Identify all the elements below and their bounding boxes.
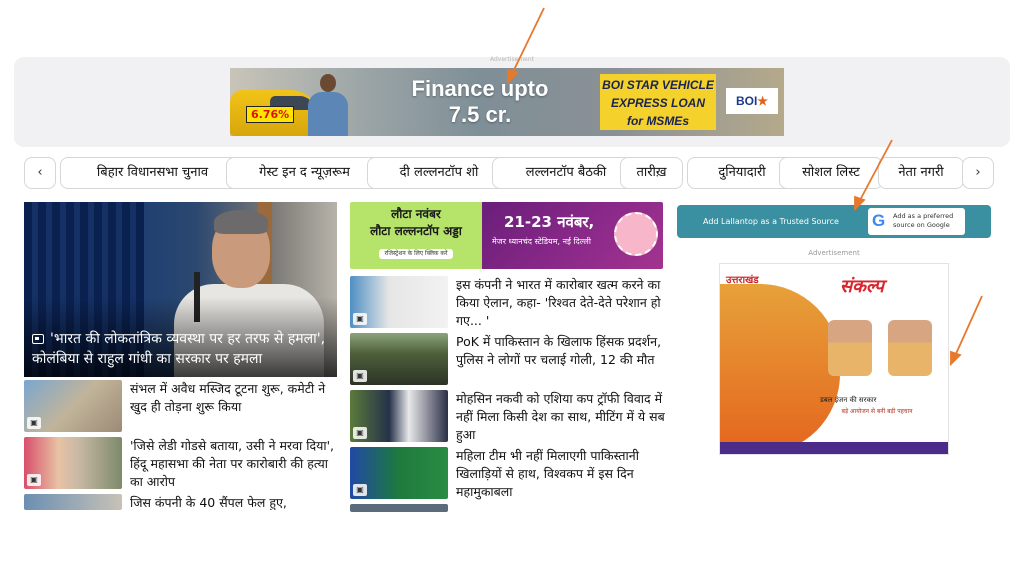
story-headline[interactable]: PoK में पाकिस्तान के खिलाफ हिंसक प्रदर्श… [456,333,666,369]
banner-offer-box: BOI STAR VEHICLE EXPRESS LOAN for MSMEs [600,74,716,130]
nav-item-guest-in-newsroom[interactable]: गेस्ट इन द न्यूज़रूम [226,157,383,189]
left-story-item[interactable]: ▣ 'जिसे लेडी गोडसे बताया, उसी ने मरवा दि… [24,437,337,489]
middle-story-item[interactable]: ▣ इस कंपनी ने भारत में कारोबार खत्म करने… [350,276,663,328]
banner-box-line2: EXPRESS LOAN [610,96,706,110]
promo-left-panel: लौटा नवंबर लौटा लल्लनटॉप अड्डा रजिस्ट्रे… [350,202,482,269]
star-icon: ★ [757,94,769,108]
category-nav: ‹ बिहार विधानसभा चुनाव गेस्ट इन द न्यूज़… [24,157,996,190]
gallery-icon: ▣ [353,484,367,496]
boi-banner-ad[interactable]: 6.76% Finance upto 7.5 cr. BOI STAR VEHI… [230,68,784,136]
hero-person-hair [214,210,268,234]
banner-rate: 6.76% [246,106,295,123]
story-headline[interactable]: संभल में अवैध मस्जिद टूटना शुरू, कमेटी न… [130,380,340,416]
story-thumbnail[interactable]: ▣ [350,447,448,499]
google-button-text: Add as a preferred source on Google [893,212,954,229]
promo-line1: लौटा नवंबर [391,207,441,221]
annotation-arrow-side-ad [954,295,983,357]
ad-footer-strip [720,442,948,454]
chevron-left-icon: ‹ [37,165,43,180]
nav-item-lallantop-show[interactable]: दी लल्लनटॉप शो [367,157,511,189]
story-thumbnail[interactable]: ▣ [24,437,122,489]
google-preferred-source-button[interactable]: G Add as a preferred source on Google [868,208,965,235]
promo-venue: मेजर ध्यानचंद स्टेडियम, नई दिल्ली [492,237,591,246]
person-body [308,92,348,136]
nav-item-tareekh[interactable]: तारीख़ [620,157,683,189]
nav-next-button[interactable]: › [962,157,994,189]
ad-line1: डबल इंजन की सरकार [820,396,877,404]
nav-item-lallantop-baithaki[interactable]: लल्लनटॉप बैठकी [492,157,640,189]
promo-register-button[interactable]: रजिस्ट्रेशन के लिए क्लिक करें [378,249,454,259]
ad-line2: बड़े आयोजन से बनी बड़ी पहचान [841,408,913,415]
left-story-item[interactable]: जिस कंपनी के 40 सैंपल फेल हुए, [24,494,337,510]
promo-date: 21-23 नवंबर, [504,213,595,231]
boi-logo: BOI★ [726,88,778,114]
gallery-icon [32,334,44,344]
ad-title-right: संकल्प [840,276,884,297]
ad-title-left: उत्तराखंड [726,275,759,286]
banner-headline: Finance upto 7.5 cr. [380,76,580,128]
gallery-icon: ▣ [27,474,41,486]
google-icon: G [872,211,886,230]
banner-box-line3: for MSMEs [626,114,689,128]
middle-story-item[interactable] [350,504,663,512]
hero-story[interactable]: 'भारत की लोकतांत्रिक व्यवस्था पर हर तरफ … [24,202,337,377]
banner-headline-line2: 7.5 cr. [448,102,512,127]
story-thumbnail[interactable] [350,504,448,512]
middle-story-item[interactable]: ▣ महिला टीम भी नहीं मिलाएगी पाकिस्तानी ख… [350,447,663,499]
banner-headline-line1: Finance upto [411,76,549,101]
story-thumbnail[interactable] [24,494,122,510]
story-headline[interactable]: जिस कंपनी के 40 सैंपल फेल हुए, [130,494,337,510]
nav-item-social-list[interactable]: सोशल लिस्ट [779,157,883,189]
gallery-icon: ▣ [353,427,367,439]
uttarakhand-side-ad[interactable]: उत्तराखंड संकल्प डबल इंजन की सरकार बड़े … [719,263,949,455]
left-story-item[interactable]: ▣ संभल में अवैध मस्जिद टूटना शुरू, कमेटी… [24,380,337,432]
hero-caption-text: 'भारत की लोकतांत्रिक व्यवस्था पर हर तरफ … [32,331,326,367]
ad-portrait-left [828,320,872,376]
person-head [320,74,336,92]
story-thumbnail[interactable]: ▣ [350,333,448,385]
lallantop-adda-promo[interactable]: लौटा नवंबर लौटा लल्लनटॉप अड्डा रजिस्ट्रे… [350,202,663,269]
story-headline[interactable]: मोहसिन नकवी को एशिया कप ट्रॉफी विवाद में… [456,390,666,444]
gallery-icon: ▣ [353,370,367,382]
nav-prev-button[interactable]: ‹ [24,157,56,189]
story-headline[interactable]: 'जिसे लेडी गोडसे बताया, उसी ने मरवा दिया… [130,437,340,491]
promo-seal-logo [614,212,658,256]
promo-right-panel: 21-23 नवंबर, मेजर ध्यानचंद स्टेडियम, नई … [482,202,663,269]
trusted-source-label: Add Lallantop as a Trusted Source [703,217,839,226]
hero-caption[interactable]: 'भारत की लोकतांत्रिक व्यवस्था पर हर तरफ … [32,329,329,369]
banner-box-line1: BOI STAR VEHICLE [602,78,714,92]
nav-item-bihar-chunav[interactable]: बिहार विधानसभा चुनाव [60,157,245,189]
story-thumbnail[interactable]: ▣ [350,276,448,328]
ad-portrait-right [888,320,932,376]
story-headline[interactable]: इस कंपनी ने भारत में कारोबार खत्म करने क… [456,276,666,330]
middle-story-item[interactable]: ▣ मोहसिन नकवी को एशिया कप ट्रॉफी विवाद म… [350,390,666,444]
middle-story-item[interactable]: ▣ PoK में पाकिस्तान के खिलाफ हिंसक प्रदर… [350,333,663,385]
gallery-icon: ▣ [27,417,41,429]
story-headline[interactable]: महिला टीम भी नहीं मिलाएगी पाकिस्तानी खिल… [456,447,666,501]
nav-item-neta-nagri[interactable]: नेता नगरी [878,157,964,189]
page: Advertisement 6.76% Finance upto 7.5 cr.… [0,0,1024,573]
gallery-icon: ▣ [353,313,367,325]
chevron-right-icon: › [975,165,981,180]
boi-logo-text: BOI [735,94,758,108]
trusted-source-bar: Add Lallantop as a Trusted Source G Add … [677,205,991,238]
promo-line2: लौटा लल्लनटॉप अड्डा [370,224,462,238]
story-thumbnail[interactable]: ▣ [350,390,448,442]
top-ad-label: Advertisement [489,56,535,63]
banner-person [306,74,350,136]
ad-swoosh-graphic [720,284,840,454]
right-ad-label: Advertisement [808,249,860,257]
arrow-head-icon [950,350,962,367]
story-thumbnail[interactable]: ▣ [24,380,122,432]
